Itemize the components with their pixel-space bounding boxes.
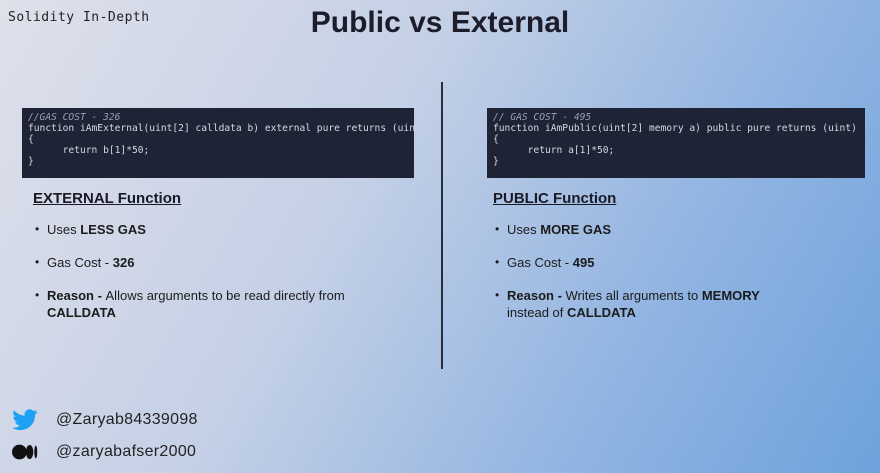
- public-heading: PUBLIC Function: [493, 190, 617, 207]
- code-line: return b[1]*50;: [28, 145, 150, 156]
- bullet-text: instead of: [507, 305, 567, 320]
- medium-link[interactable]: @zaryabafser2000: [12, 441, 196, 463]
- bullet-bold: CALLDATA: [567, 305, 636, 320]
- page-title: Public vs External: [310, 6, 570, 39]
- code-line: {: [28, 134, 34, 145]
- code-comment: // GAS COST - 495: [493, 112, 592, 123]
- bullet-bold: CALLDATA: [47, 305, 116, 320]
- bullet-item: Uses LESS GAS: [35, 221, 393, 238]
- public-bullets: Uses MORE GAS Gas Cost - 495 Reason - Wr…: [493, 221, 853, 321]
- bullet-bold: LESS GAS: [80, 222, 146, 237]
- section-divider: [441, 82, 443, 369]
- medium-handle: @zaryabafser2000: [56, 443, 197, 460]
- bullet-bold: Reason -: [507, 288, 566, 303]
- bullet-text: Allows arguments to be read directly fro…: [105, 288, 345, 303]
- bullet-item: Uses MORE GAS: [495, 221, 853, 238]
- code-line: }: [28, 156, 34, 167]
- bullet-bold: 495: [572, 255, 595, 270]
- external-section: EXTERNAL Function Uses LESS GAS Gas Cost…: [33, 190, 393, 337]
- bullet-bold: 326: [112, 255, 135, 270]
- bullet-item: Gas Cost - 326: [35, 254, 393, 271]
- code-line: function iAmPublic(uint[2] memory a) pub…: [493, 123, 857, 134]
- bullet-text: Gas Cost -: [47, 255, 113, 270]
- bullet-bold: MEMORY: [701, 288, 760, 303]
- bullet-text: Gas Cost -: [507, 255, 573, 270]
- code-line: return a[1]*50;: [493, 145, 615, 156]
- code-line: {: [493, 134, 499, 145]
- twitter-handle: @Zaryab84339098: [56, 411, 198, 428]
- code-line: function iAmExternal(uint[2] calldata b)…: [28, 123, 414, 134]
- bullet-item: Gas Cost - 495: [495, 254, 853, 271]
- bullet-item: Reason - Writes all arguments to MEMORY …: [495, 287, 853, 321]
- code-comment: //GAS COST - 326: [28, 112, 121, 123]
- bullet-item: Reason - Allows arguments to be read dir…: [35, 287, 393, 321]
- bullet-text: Writes all arguments to: [565, 288, 702, 303]
- bullet-bold: Reason -: [47, 288, 106, 303]
- public-section: PUBLIC Function Uses MORE GAS Gas Cost -…: [493, 190, 853, 337]
- external-heading: EXTERNAL Function: [33, 190, 182, 207]
- bullet-text: Uses: [507, 222, 541, 237]
- bullet-text: Uses: [47, 222, 81, 237]
- twitter-bird-icon: [12, 409, 38, 431]
- twitter-link[interactable]: @Zaryab84339098: [12, 409, 198, 431]
- medium-logo-icon: [12, 441, 38, 463]
- code-line: }: [493, 156, 499, 167]
- public-code-block: // GAS COST - 495 function iAmPublic(uin…: [487, 108, 865, 178]
- bullet-bold: MORE GAS: [540, 222, 612, 237]
- external-bullets: Uses LESS GAS Gas Cost - 326 Reason - Al…: [33, 221, 393, 321]
- external-code-block: //GAS COST - 326 function iAmExternal(ui…: [22, 108, 414, 178]
